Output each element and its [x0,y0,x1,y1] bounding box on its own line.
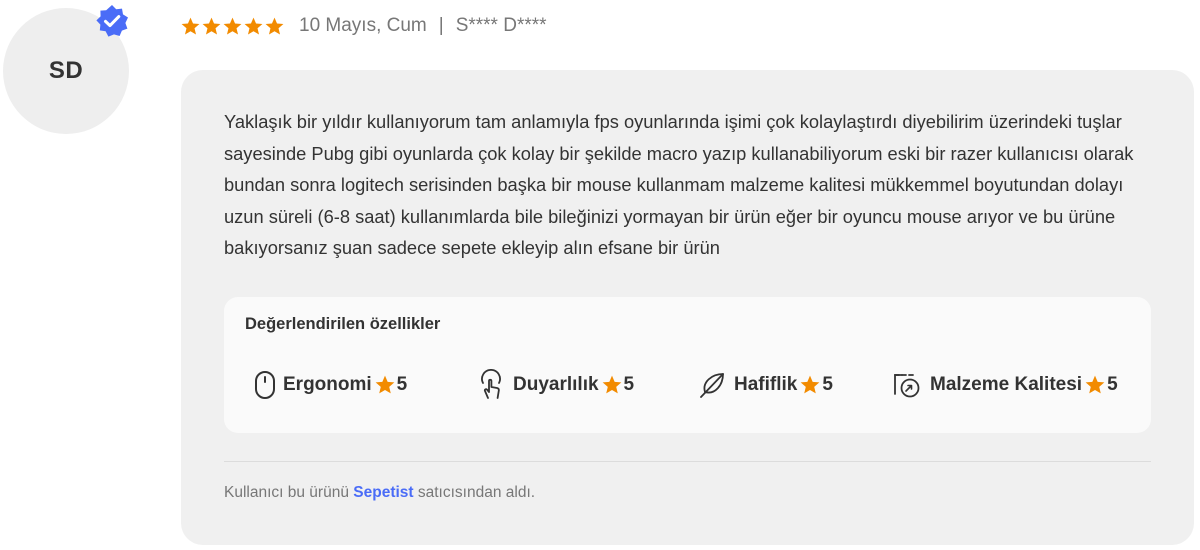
review-item: SD 10 Mayıs, Cum | S**** D**** Yaklaşık … [0,0,1200,550]
reviewer-name: S**** D**** [455,15,547,36]
review-date: 10 Mayıs, Cum [299,15,427,36]
star-icon [602,375,621,394]
feature-duyarlilik: Duyarlılık 5 [476,367,634,403]
review-text: Yaklaşık bir yıldır kullanıyorum tam anl… [224,111,1134,258]
feather-icon [700,373,724,398]
rating-star-icon [244,17,263,35]
feature-name: Duyarlılık [513,374,599,395]
feature-ergonomi: Ergonomi 5 [254,367,407,403]
rating-stars [180,16,285,37]
material-quality-icon [894,374,920,398]
seller-suffix: satıcısından aldı. [413,484,536,501]
star-icon [801,375,820,394]
star-icon [1085,375,1105,394]
star-icon [375,375,395,394]
rating-star-icon [223,17,242,35]
feature-hafiflik: Hafiflik 5 [697,367,833,403]
avatar-initials: SD [48,57,84,84]
rating-star-icon [265,17,284,35]
touch-hand-icon [481,369,501,399]
feature-score: 5 [1107,374,1118,395]
rating-star-icon [181,17,200,35]
divider [224,461,1151,462]
rated-features-box: Değerlendirilen özellikler Ergonomi 5 Du… [224,297,1151,433]
features-title: Değerlendirilen özellikler [245,315,441,333]
feature-score: 5 [623,374,635,395]
rating-star-icon [202,17,221,35]
seller-link[interactable]: Sepetist [353,484,413,501]
review-card: Yaklaşık bir yıldır kullanıyorum tam anl… [181,70,1194,545]
feature-score: 5 [396,374,408,395]
feature-list: Ergonomi 5 Duyarlılık 5 Hafiflik 5 Malze… [254,367,1144,403]
feature-score: 5 [822,374,833,395]
header-separator: | [438,15,444,36]
feature-name: Malzeme Kalitesi [930,374,1083,395]
seller-prefix: Kullanıcı bu ürünü [224,484,354,501]
feature-malzeme-kalitesi: Malzeme Kalitesi 5 [891,367,1118,403]
feature-name: Ergonomi [283,374,372,395]
feature-name: Hafiflik [734,374,798,395]
verified-badge-icon [96,5,128,37]
mouse-icon [255,371,275,399]
seller-info: Kullanıcı bu ürünü Sepetist satıcısından… [224,484,535,502]
review-header: 10 Mayıs, Cum | S**** D**** [180,11,547,41]
